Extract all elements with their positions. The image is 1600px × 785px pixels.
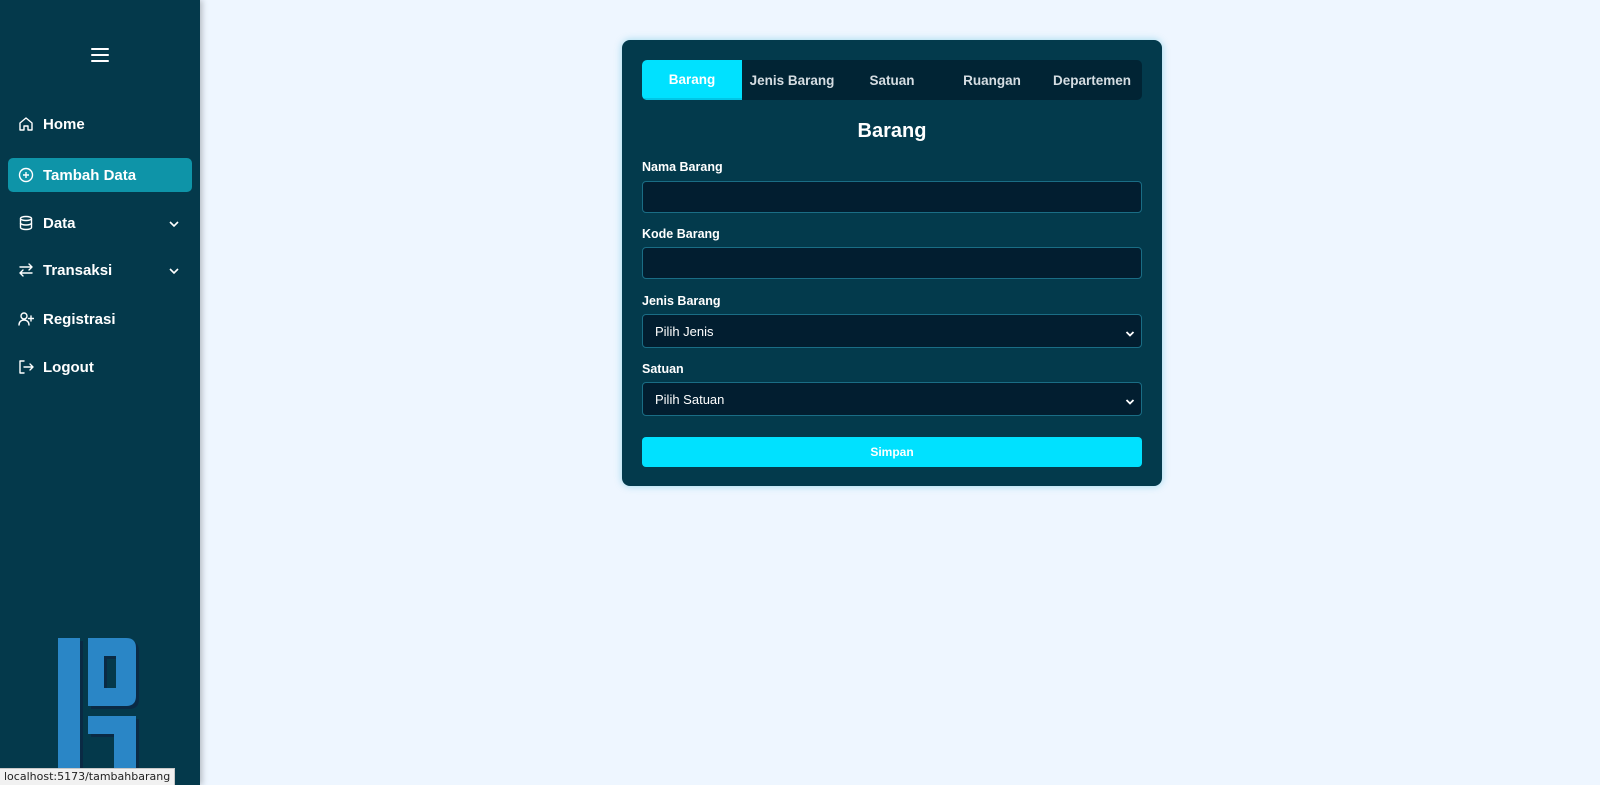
home-icon [18,116,34,132]
jenis-barang-select[interactable]: Pilih Jenis [642,314,1142,348]
jenis-barang-selected: Pilih Jenis [655,323,714,339]
sidebar-item-data[interactable]: Data [8,206,192,240]
simpan-button[interactable]: Simpan [642,437,1142,467]
sidebar-item-label: Transaksi [43,261,113,279]
sidebar: Home Tambah Data Data Transaksi Registra… [0,0,200,785]
tab-ruangan[interactable]: Ruangan [942,60,1042,100]
plus-circle-icon [18,167,34,183]
sidebar-item-label: Logout [43,358,94,376]
sidebar-item-label: Data [43,214,76,232]
chevron-down-icon [168,217,180,229]
sidebar-item-registrasi[interactable]: Registrasi [8,302,192,336]
kode-barang-label: Kode Barang [642,227,720,241]
form-title: Barang [857,120,927,142]
tab-barang[interactable]: Barang [642,60,742,100]
chevron-down-icon [1125,327,1135,337]
tab-satuan[interactable]: Satuan [842,60,942,100]
sidebar-item-label: Home [43,115,85,133]
transfer-arrows-icon [18,262,34,278]
sidebar-item-transaksi[interactable]: Transaksi [8,253,192,287]
chevron-down-icon [168,264,180,276]
tab-departemen[interactable]: Departemen [1042,60,1142,100]
sidebar-item-label: Registrasi [43,310,116,328]
user-plus-icon [18,311,34,327]
tab-bar: Barang Jenis Barang Satuan Ruangan Depar… [642,60,1142,100]
nama-barang-input[interactable] [642,181,1142,213]
sidebar-item-tambah-data[interactable]: Tambah Data [8,158,192,192]
sidebar-item-label: Tambah Data [43,166,137,184]
hamburger-icon[interactable] [90,47,110,63]
satuan-label: Satuan [642,362,684,376]
satuan-selected: Pilih Satuan [655,391,725,407]
sidebar-item-home[interactable]: Home [8,107,192,141]
chevron-down-icon [1125,395,1135,405]
nama-barang-label: Nama Barang [642,160,723,174]
form-card: Barang Jenis Barang Satuan Ruangan Depar… [622,40,1162,486]
satuan-select[interactable]: Pilih Satuan [642,382,1142,416]
app-logo [56,636,142,776]
kode-barang-input[interactable] [642,247,1142,279]
tab-jenis-barang[interactable]: Jenis Barang [742,60,842,100]
sidebar-item-logout[interactable]: Logout [8,350,192,384]
jenis-barang-label: Jenis Barang [642,294,721,308]
status-bar-url: localhost:5173/tambahbarang [0,768,176,785]
database-icon [18,215,34,231]
logout-icon [18,359,34,375]
